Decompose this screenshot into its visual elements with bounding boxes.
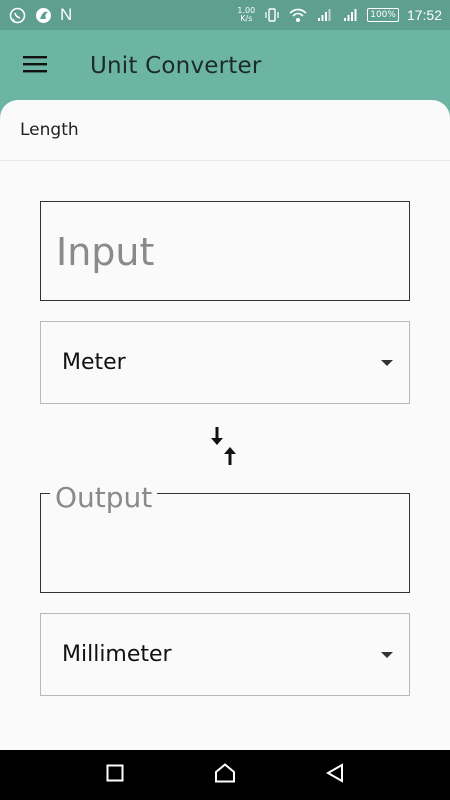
dropdown-arrow-icon [381,651,393,658]
recents-button[interactable] [100,760,130,790]
output-label: Output [50,481,158,514]
category-label: Length [20,120,79,140]
home-icon [214,763,236,787]
network-speed-unit: K/s [240,14,253,23]
input-placeholder: Input [56,230,155,274]
back-button[interactable] [320,760,350,790]
input-field[interactable]: Input [40,201,410,301]
battery-indicator: 100% [367,8,399,22]
status-bar: N 1.00 K/s 100% 17:52 [0,0,450,30]
status-left: N [8,5,72,25]
to-unit-value: Millimeter [62,642,172,667]
category-header[interactable]: Length [0,100,450,161]
navigation-bar [0,750,450,800]
vibrate-icon [263,6,281,24]
converter-sheet: Length Input Meter Output Millimeter [0,100,450,750]
recents-icon [106,764,124,786]
status-right: 1.00 K/s 100% 17:52 [237,6,442,24]
menu-button[interactable] [0,31,70,101]
wifi-icon [289,6,307,24]
app-title: Unit Converter [90,53,262,79]
clock: 17:52 [406,7,442,23]
signal-icon-2 [341,6,359,24]
from-unit-value: Meter [62,350,126,375]
swap-units-button[interactable] [205,425,245,473]
home-button[interactable] [210,760,240,790]
whatsapp-icon [8,6,26,24]
signal-icon-1 [315,6,333,24]
app-icon [34,6,52,24]
from-unit-dropdown[interactable]: Meter [40,321,410,404]
to-unit-dropdown[interactable]: Millimeter [40,613,410,696]
network-speed: 1.00 K/s [237,7,255,23]
dropdown-arrow-icon [381,359,393,366]
hamburger-menu-icon [23,55,47,77]
back-icon [325,763,345,787]
notification-n-letter: N [60,5,73,24]
swap-vertical-icon [208,425,242,473]
app-bar: Unit Converter [0,30,450,102]
